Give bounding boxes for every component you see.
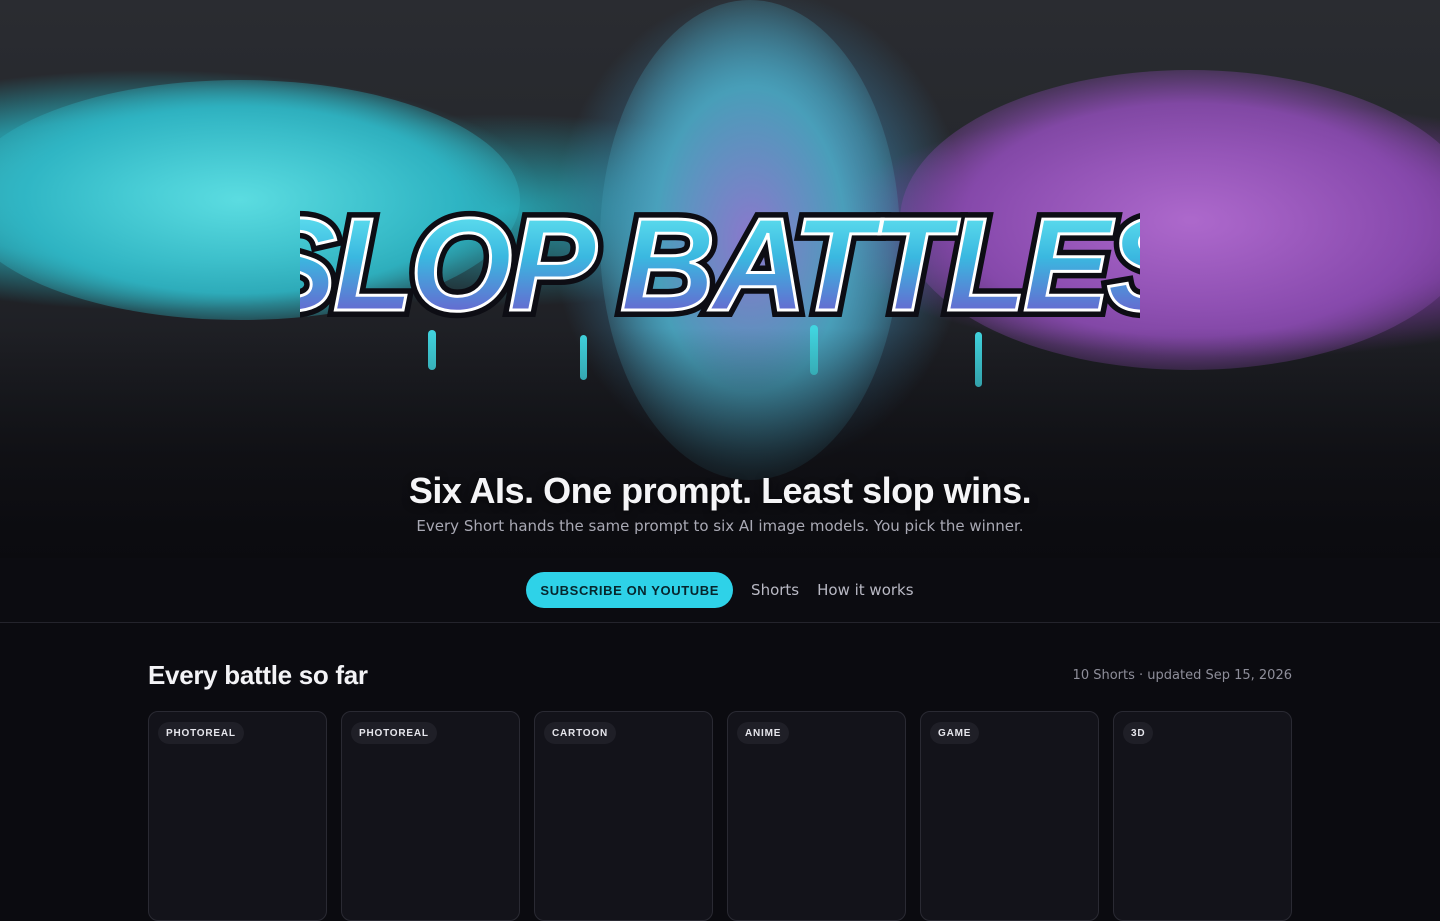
- hero-banner: SLOP BATTLES SLOP BATTLES Six AIs. One p…: [0, 0, 1440, 558]
- logo-wordmark-outline: SLOP BATTLES: [300, 191, 1140, 338]
- nav-link-shorts[interactable]: Shorts: [751, 577, 799, 603]
- battle-card[interactable]: CARTOON: [534, 711, 713, 921]
- battle-card[interactable]: 3D: [1113, 711, 1292, 921]
- category-tag: 3D: [1123, 722, 1154, 744]
- battle-card[interactable]: ANIME: [727, 711, 906, 921]
- hero-title: Six AIs. One prompt. Least slop wins.: [408, 470, 1032, 511]
- top-nav: SUBSCRIBE ON YOUTUBE Shorts How it works: [0, 558, 1440, 623]
- subscribe-youtube-button[interactable]: SUBSCRIBE ON YOUTUBE: [526, 572, 734, 608]
- section-title: Every battle so far: [148, 660, 368, 690]
- battle-card[interactable]: PHOTOREAL: [341, 711, 520, 921]
- category-tag: CARTOON: [544, 722, 616, 744]
- shorts-count-meta: 10 Shorts · updated Sep 15, 2026: [1072, 668, 1292, 683]
- battle-card[interactable]: GAME: [920, 711, 1099, 921]
- category-tag: PHOTOREAL: [158, 722, 244, 744]
- battle-card[interactable]: PHOTOREAL: [148, 711, 327, 921]
- category-tag: GAME: [930, 722, 980, 744]
- battles-section-header: Every battle so far 10 Shorts · updated …: [148, 660, 1292, 691]
- hero-subtitle: Every Short hands the same prompt to six…: [416, 517, 1024, 535]
- category-tag: ANIME: [737, 722, 790, 744]
- battles-grid: PHOTOREAL PHOTOREAL CARTOON ANIME GAME 3…: [148, 711, 1292, 921]
- category-tag: PHOTOREAL: [351, 722, 437, 744]
- nav-link-how-it-works[interactable]: How it works: [817, 577, 913, 603]
